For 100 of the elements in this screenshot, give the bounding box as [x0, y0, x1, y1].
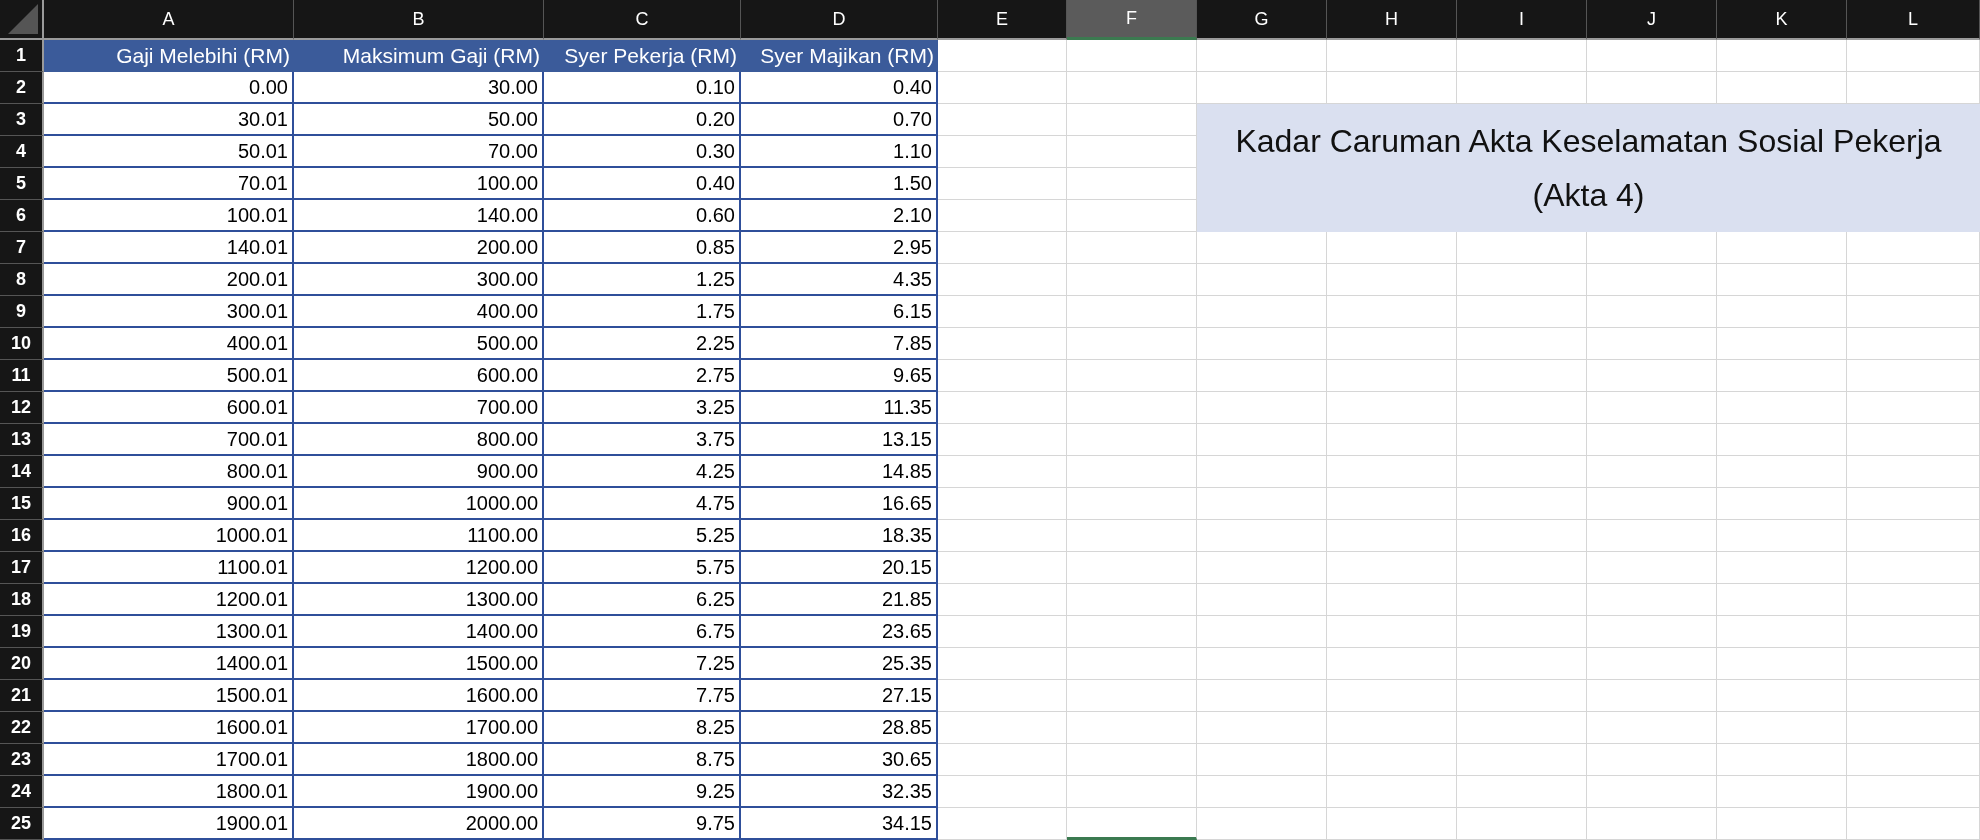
empty-cell[interactable] [938, 360, 1067, 392]
empty-cell[interactable] [1457, 712, 1587, 744]
empty-cell[interactable] [1197, 808, 1327, 840]
row-header[interactable]: 16 [0, 520, 44, 552]
empty-cell[interactable] [1327, 744, 1457, 776]
empty-cell[interactable] [1327, 520, 1457, 552]
empty-cell[interactable] [1327, 680, 1457, 712]
column-header[interactable]: B [294, 0, 544, 40]
empty-cell[interactable] [1587, 712, 1717, 744]
row-header[interactable]: 13 [0, 424, 44, 456]
empty-cell[interactable] [1197, 712, 1327, 744]
empty-cell[interactable] [1067, 392, 1197, 424]
row-header[interactable]: 7 [0, 232, 44, 264]
empty-cell[interactable] [1327, 424, 1457, 456]
empty-cell[interactable] [938, 328, 1067, 360]
column-header[interactable]: K [1717, 0, 1847, 40]
empty-cell[interactable] [1327, 808, 1457, 840]
empty-cell[interactable] [1197, 584, 1327, 616]
row-header[interactable]: 24 [0, 776, 44, 808]
row-header[interactable]: 19 [0, 616, 44, 648]
column-header[interactable]: A [44, 0, 294, 40]
empty-cell[interactable] [1457, 328, 1587, 360]
empty-cell[interactable] [1327, 264, 1457, 296]
column-header[interactable]: D [741, 0, 938, 40]
empty-cell[interactable] [1197, 744, 1327, 776]
empty-cell[interactable] [938, 520, 1067, 552]
empty-cell[interactable] [1587, 552, 1717, 584]
empty-cell[interactable] [938, 584, 1067, 616]
row-header[interactable]: 14 [0, 456, 44, 488]
row-header[interactable]: 2 [0, 72, 44, 104]
empty-cell[interactable] [1197, 328, 1327, 360]
empty-cell[interactable] [1717, 552, 1847, 584]
row-header[interactable]: 22 [0, 712, 44, 744]
row-header[interactable]: 6 [0, 200, 44, 232]
empty-cell[interactable] [1717, 744, 1847, 776]
empty-cell[interactable] [1717, 264, 1847, 296]
empty-cell[interactable] [1067, 296, 1197, 328]
empty-cell[interactable] [938, 712, 1067, 744]
empty-cell[interactable] [1587, 584, 1717, 616]
empty-cell[interactable] [1847, 456, 1980, 488]
row-header[interactable]: 5 [0, 168, 44, 200]
empty-cell[interactable] [1587, 776, 1717, 808]
empty-cell[interactable] [1717, 680, 1847, 712]
row-header[interactable]: 17 [0, 552, 44, 584]
empty-cell[interactable] [938, 744, 1067, 776]
empty-cell[interactable] [1067, 264, 1197, 296]
empty-cell[interactable] [1197, 648, 1327, 680]
empty-cell[interactable] [1197, 488, 1327, 520]
row-header[interactable]: 11 [0, 360, 44, 392]
row-header[interactable]: 4 [0, 136, 44, 168]
empty-cell[interactable] [1457, 744, 1587, 776]
row-header[interactable]: 1 [0, 40, 44, 72]
empty-cell[interactable] [1067, 424, 1197, 456]
empty-cell[interactable] [1847, 520, 1980, 552]
empty-cell[interactable] [1847, 40, 1980, 72]
empty-cell[interactable] [1197, 360, 1327, 392]
row-header[interactable]: 8 [0, 264, 44, 296]
empty-cell[interactable] [1067, 776, 1197, 808]
empty-cell[interactable] [1457, 40, 1587, 72]
empty-cell[interactable] [1587, 456, 1717, 488]
empty-cell[interactable] [938, 808, 1067, 840]
empty-cell[interactable] [938, 264, 1067, 296]
empty-cell[interactable] [1717, 296, 1847, 328]
empty-cell[interactable] [1197, 424, 1327, 456]
empty-cell[interactable] [938, 296, 1067, 328]
empty-cell[interactable] [1327, 584, 1457, 616]
empty-cell[interactable] [938, 456, 1067, 488]
row-header[interactable]: 3 [0, 104, 44, 136]
empty-cell[interactable] [1717, 328, 1847, 360]
row-header[interactable]: 25 [0, 808, 44, 840]
empty-cell[interactable] [938, 680, 1067, 712]
empty-cell[interactable] [1067, 488, 1197, 520]
empty-cell[interactable] [1067, 680, 1197, 712]
empty-cell[interactable] [938, 648, 1067, 680]
empty-cell[interactable] [938, 72, 1067, 104]
empty-cell[interactable] [1067, 232, 1197, 264]
empty-cell[interactable] [1067, 648, 1197, 680]
column-header[interactable]: G [1197, 0, 1327, 40]
empty-cell[interactable] [938, 136, 1067, 168]
empty-cell[interactable] [1717, 648, 1847, 680]
empty-cell[interactable] [1067, 520, 1197, 552]
empty-cell[interactable] [1327, 552, 1457, 584]
empty-cell[interactable] [1067, 552, 1197, 584]
empty-cell[interactable] [1717, 424, 1847, 456]
empty-cell[interactable] [1327, 712, 1457, 744]
empty-cell[interactable] [1587, 296, 1717, 328]
empty-cell[interactable] [1587, 520, 1717, 552]
empty-cell[interactable] [938, 488, 1067, 520]
empty-cell[interactable] [1847, 712, 1980, 744]
empty-cell[interactable] [1457, 424, 1587, 456]
empty-cell[interactable] [1587, 488, 1717, 520]
empty-cell[interactable] [1327, 296, 1457, 328]
empty-cell[interactable] [1587, 648, 1717, 680]
empty-cell[interactable] [1067, 40, 1197, 72]
empty-cell[interactable] [1717, 616, 1847, 648]
empty-cell[interactable] [1717, 456, 1847, 488]
empty-cell[interactable] [1717, 520, 1847, 552]
empty-cell[interactable] [1457, 552, 1587, 584]
empty-cell[interactable] [1197, 392, 1327, 424]
empty-cell[interactable] [1067, 72, 1197, 104]
